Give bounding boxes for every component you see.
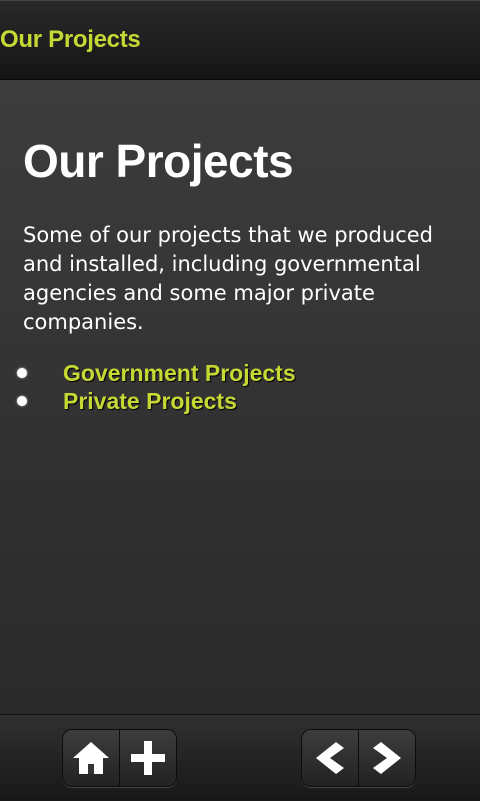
- bullet-icon: [17, 368, 27, 378]
- page-title: Our Projects: [23, 135, 294, 187]
- intro-text: Some of our projects that we produced an…: [23, 223, 433, 334]
- home-icon: [73, 742, 109, 774]
- left-button-group: [62, 729, 177, 787]
- government-projects-link[interactable]: Government Projects: [63, 360, 296, 387]
- forward-arrow-icon: [373, 742, 401, 774]
- home-button[interactable]: [63, 730, 120, 786]
- private-projects-link[interactable]: Private Projects: [63, 388, 237, 415]
- bullet-icon: [17, 396, 27, 406]
- list-item: Government Projects: [0, 359, 480, 387]
- list-item: Private Projects: [0, 387, 480, 415]
- forward-button[interactable]: [359, 730, 415, 786]
- projects-list: Government Projects Private Projects: [0, 359, 480, 415]
- app-title: Our Projects: [0, 26, 141, 53]
- right-button-group: [301, 729, 416, 787]
- top-bar: Our Projects: [0, 0, 480, 80]
- add-button[interactable]: [120, 730, 176, 786]
- plus-icon: [131, 741, 165, 775]
- back-arrow-icon: [316, 742, 344, 774]
- content-area: Our Projects Some of our projects that w…: [0, 80, 480, 714]
- back-button[interactable]: [302, 730, 359, 786]
- bottom-toolbar: [0, 714, 480, 801]
